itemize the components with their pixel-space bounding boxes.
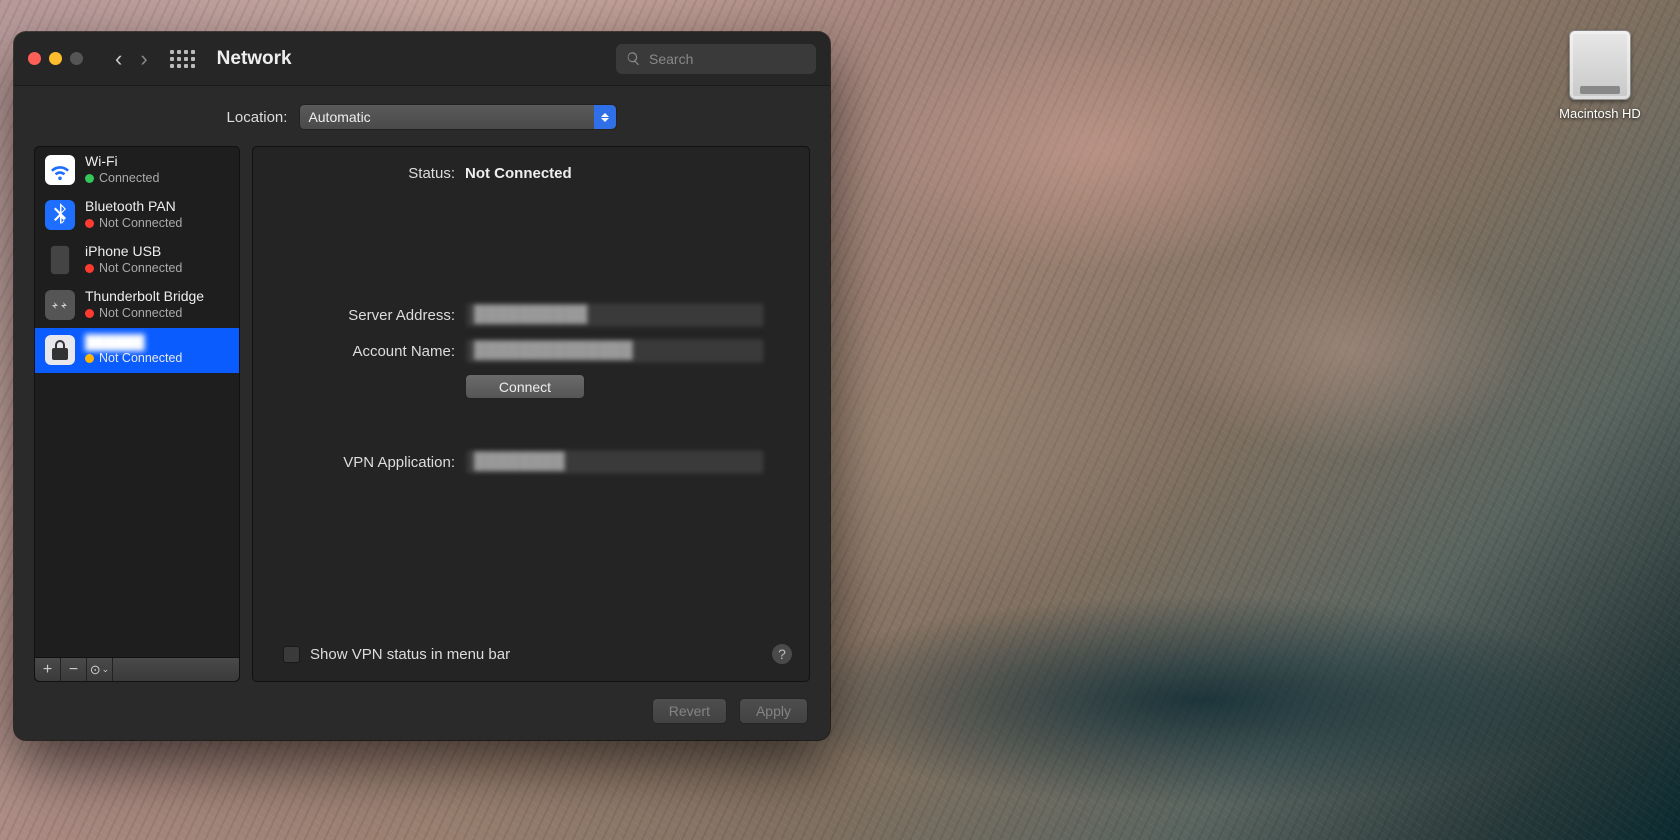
status-dot-icon	[85, 264, 94, 273]
forward-button: ›	[140, 48, 147, 70]
detail-pane: Status: Not Connected Server Address: ██…	[252, 146, 810, 682]
revert-button[interactable]: Revert	[652, 698, 727, 724]
service-name: iPhone USB	[85, 243, 182, 261]
vpn-application-field[interactable]: ████████	[465, 449, 765, 475]
drive-label: Macintosh HD	[1559, 106, 1641, 121]
wifi-icon	[45, 155, 75, 185]
phone-icon	[45, 245, 75, 275]
remove-service-button[interactable]: −	[61, 658, 87, 681]
location-select[interactable]: Automatic	[299, 104, 617, 130]
show-vpn-status-checkbox[interactable]	[283, 646, 300, 663]
location-label: Location:	[227, 109, 288, 126]
status-label: Status:	[277, 165, 455, 182]
sidebar-footer: + − ⊙⌄	[35, 657, 239, 681]
status-value: Not Connected	[465, 165, 572, 182]
window-footer: Revert Apply	[14, 682, 830, 740]
network-preferences-window: ‹ › Network Search Location: Automatic	[14, 32, 830, 740]
bluetooth-icon	[45, 200, 75, 230]
minimize-button[interactable]	[49, 52, 62, 65]
apply-button[interactable]: Apply	[739, 698, 808, 724]
service-wifi[interactable]: Wi-Fi Connected	[35, 147, 239, 192]
zoom-button[interactable]	[70, 52, 83, 65]
location-value: Automatic	[308, 109, 370, 125]
thunderbolt-icon	[45, 290, 75, 320]
back-button[interactable]: ‹	[115, 48, 122, 70]
account-name-field[interactable]: ██████████████	[465, 338, 765, 364]
close-button[interactable]	[28, 52, 41, 65]
harddrive-icon	[1569, 30, 1631, 100]
service-name: Bluetooth PAN	[85, 198, 182, 216]
server-address-label: Server Address:	[277, 307, 455, 324]
service-thunderbolt-bridge[interactable]: Thunderbolt Bridge Not Connected	[35, 282, 239, 327]
service-vpn[interactable]: ██████ Not Connected	[35, 328, 239, 373]
show-vpn-status-row: Show VPN status in menu bar	[283, 646, 510, 663]
service-iphone-usb[interactable]: iPhone USB Not Connected	[35, 237, 239, 282]
add-service-button[interactable]: +	[35, 658, 61, 681]
window-controls	[28, 52, 83, 65]
service-name: ██████	[85, 334, 182, 352]
search-field[interactable]: Search	[616, 44, 816, 74]
search-icon	[626, 51, 641, 66]
help-button[interactable]: ?	[771, 643, 793, 665]
service-sidebar: Wi-Fi Connected Bluetooth PAN Not Connec…	[34, 146, 240, 682]
show-all-button[interactable]	[170, 50, 195, 68]
status-dot-icon	[85, 174, 94, 183]
service-actions-button[interactable]: ⊙⌄	[87, 658, 113, 681]
service-list: Wi-Fi Connected Bluetooth PAN Not Connec…	[35, 147, 239, 657]
search-placeholder: Search	[649, 51, 693, 67]
lock-icon	[45, 335, 75, 365]
account-name-label: Account Name:	[277, 343, 455, 360]
service-name: Wi-Fi	[85, 153, 159, 171]
service-bluetooth-pan[interactable]: Bluetooth PAN Not Connected	[35, 192, 239, 237]
show-vpn-status-label: Show VPN status in menu bar	[310, 646, 510, 663]
desktop-drive[interactable]: Macintosh HD	[1550, 30, 1650, 121]
server-address-field[interactable]: ██████████	[465, 302, 765, 328]
service-name: Thunderbolt Bridge	[85, 288, 204, 306]
status-dot-icon	[85, 354, 94, 363]
location-row: Location: Automatic	[14, 86, 830, 146]
window-title: Network	[217, 48, 292, 70]
nav-buttons: ‹ ›	[115, 48, 148, 70]
titlebar: ‹ › Network Search	[14, 32, 830, 86]
status-dot-icon	[85, 219, 94, 228]
vpn-application-label: VPN Application:	[277, 454, 455, 471]
status-dot-icon	[85, 309, 94, 318]
connect-button[interactable]: Connect	[465, 374, 585, 399]
select-stepper-icon	[594, 105, 616, 129]
